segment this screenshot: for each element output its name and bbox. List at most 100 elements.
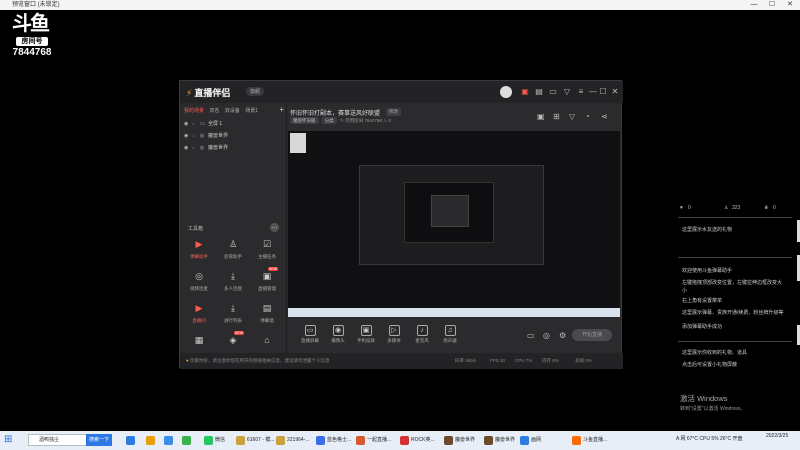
taskbar-app-0[interactable] (126, 433, 137, 448)
like-icon: ♥ (680, 205, 683, 211)
status-text: 玩家你好，请注意你现在所开的频道相关信息，建议请勿泄露个人信息 (189, 358, 330, 363)
taskbar-app-1[interactable] (146, 433, 157, 448)
eye-icon[interactable]: ◎ (543, 331, 550, 340)
tool-label: 多人连接 (224, 286, 242, 291)
stream-title[interactable]: 怀旧怀旧打副本，赛事送风好联盟 (290, 108, 380, 117)
source-item[interactable]: ◉ ⌂ ◎ 魔兽世界 (184, 131, 284, 141)
taskbar-app-11[interactable]: 魔兽世界 (484, 433, 515, 448)
stat-dropped: 丢帧 0% (575, 358, 592, 363)
shirt-icon[interactable]: ▽ (562, 87, 572, 97)
bottom-tool-0[interactable]: ▭ 直播屏幕 (296, 324, 324, 344)
close-button[interactable]: ✕ (782, 0, 798, 10)
menu-icon[interactable]: ≡ (576, 87, 586, 97)
taskbar-app-7[interactable]: 蓝色格士... (316, 433, 351, 448)
lock-icon[interactable]: ⌂ (192, 119, 200, 129)
tool-0[interactable]: ▶ 弹幕助手 (184, 235, 214, 265)
maximize-button[interactable]: ☐ (764, 0, 780, 10)
eye-icon[interactable]: ◉ (184, 119, 192, 129)
shirt-icon[interactable]: ▽ (569, 112, 575, 121)
taskbar-app-13[interactable]: 斗鱼直播... (572, 433, 607, 448)
close-icon[interactable]: ✕ (610, 87, 620, 97)
tool-7[interactable]: ⤓ 进行列表 (218, 299, 248, 329)
tab-scene-1[interactable]: 双名 (209, 108, 219, 114)
taskbar-app-2[interactable] (164, 433, 175, 448)
bottom-tool-2[interactable]: ▣ 手机投屏 (352, 324, 380, 344)
stat-viewers: 323 (732, 205, 741, 211)
stream-meta: 魔兽怀旧服 分类 ✎ 可用房间 7844768 ♨ 0 (290, 117, 391, 124)
tool-label: 进行列表 (224, 318, 242, 323)
taskbar-app-5[interactable]: 61607 - 模... (236, 433, 275, 448)
room-id: 7844768 (12, 47, 52, 58)
edit-icon[interactable]: ✎ (340, 118, 344, 123)
category-tag[interactable]: 魔兽怀旧服 (290, 117, 319, 124)
bottom-tool-icon: ▣ (360, 325, 372, 336)
tool-icon: ▦ (194, 335, 204, 345)
tool-4[interactable]: ⤓ 多人连接 (218, 267, 248, 297)
lock-icon[interactable]: ⌂ (192, 131, 200, 141)
system-tray[interactable]: A 网 67°C CPU 5% 26°C 开盘 (676, 435, 743, 442)
windows-start-icon[interactable]: ⊞ (4, 433, 15, 447)
tab-scene-3[interactable]: 场景1 (245, 108, 258, 114)
bottom-tool-4[interactable]: ♪ 麦克风 (408, 324, 436, 344)
taskbar-app-12[interactable]: 画网 (520, 433, 541, 448)
tool-icon: ◈ (229, 335, 237, 345)
chart-icon[interactable]: ▤ (534, 87, 544, 97)
bottom-tool-5[interactable]: ♫ 扬声器 (436, 324, 464, 344)
taskbar-search-button[interactable]: 搜索一下 (86, 434, 112, 446)
room-label: 房间号 (16, 37, 48, 46)
tool-8[interactable]: ▤ 弹幕墙 (252, 299, 282, 329)
tool-label: 主播任务 (258, 254, 276, 259)
tab-scene-0[interactable]: 我的场景 (184, 108, 204, 114)
maximize-icon[interactable]: ☐ (598, 87, 608, 97)
bottom-tool-3[interactable]: ▷ 多媒体 (380, 324, 408, 344)
lock-icon[interactable]: ⌂ (192, 143, 200, 153)
tool-1[interactable]: ♙ 房管助手 (218, 235, 248, 265)
tool-5[interactable]: ▣ 直播管理 NEW (252, 267, 282, 297)
stat-cpu: CPU 7% (515, 358, 533, 363)
source-item[interactable]: ◉ ⌂ ◎ 魔兽世界 (184, 143, 284, 153)
screen-icon[interactable]: ▭ (548, 87, 558, 97)
tool-6[interactable]: ▶ 直播间 (184, 299, 214, 329)
tool-3[interactable]: ◎ 视频连麦 (184, 267, 214, 297)
camera-icon[interactable]: ▭ (527, 331, 535, 340)
edit-title-button[interactable]: 修改 (386, 108, 401, 116)
taskbar-app-9[interactable]: ROCK英... (400, 433, 435, 448)
taskbar-app-10[interactable]: 魔兽世界 (444, 433, 475, 448)
bottom-tool-label: 扬声器 (443, 338, 457, 343)
grid-icon[interactable]: ⊞ (553, 112, 560, 121)
start-live-button[interactable]: 开始直播 (572, 329, 612, 341)
eye-icon[interactable]: ◉ (184, 131, 192, 141)
tool-label: 弹幕墙 (260, 318, 274, 323)
tab-scene-2[interactable]: 双设备 (225, 108, 240, 114)
stat-memory: 内存 8% (542, 358, 559, 363)
source-item[interactable]: ◉ ⌂ ▭ 全屏 1 (184, 119, 284, 129)
toolbox-more-button[interactable]: … (270, 223, 279, 232)
share-icon[interactable]: ⋖ (601, 112, 608, 121)
settings-icon[interactable]: ⚙ (559, 331, 566, 340)
eye-icon[interactable]: ◉ (184, 143, 192, 153)
tool-label: 房管助手 (224, 254, 242, 259)
stat-fps: FPS 30 (490, 358, 506, 363)
taskbar-app-6[interactable]: 221964-... (276, 433, 310, 448)
minimize-icon[interactable]: — (588, 87, 598, 97)
gift-icon[interactable]: ▣ (520, 87, 530, 97)
taskbar-app-label: ROCK英... (411, 437, 435, 443)
taskbar-app-label: 221964-... (287, 437, 310, 443)
add-scene-button[interactable]: + (279, 105, 284, 114)
source-label: 魔兽世界 (208, 145, 229, 151)
tool-2[interactable]: ☑ 主播任务 (252, 235, 282, 265)
gift-line: 点击后可设置小礼物屏蔽 (682, 362, 738, 368)
minimize-button[interactable]: — (746, 0, 762, 10)
taskbar-app-4[interactable]: 微信 (204, 433, 225, 448)
bottom-tool-1[interactable]: ◉ 摄像头 (324, 324, 352, 344)
category-edit[interactable]: 分类 (321, 117, 337, 124)
clock[interactable]: 2022/3/25 (766, 432, 788, 440)
avatar[interactable] (500, 86, 512, 98)
app-name: 直播伴侣 (194, 88, 231, 98)
status-bar: ● 玩家你好，请注意你现在所开的频道相关信息，建议请勿泄露个人信息 码率 0kb… (180, 353, 623, 369)
taskbar-app-8[interactable]: 一起直播... (356, 433, 391, 448)
gift-icon[interactable]: ▣ (537, 112, 545, 121)
bell-icon[interactable]: ◔ (585, 112, 590, 121)
taskbar-app-3[interactable] (182, 433, 193, 448)
tool-label: 直播管理 (258, 286, 276, 291)
